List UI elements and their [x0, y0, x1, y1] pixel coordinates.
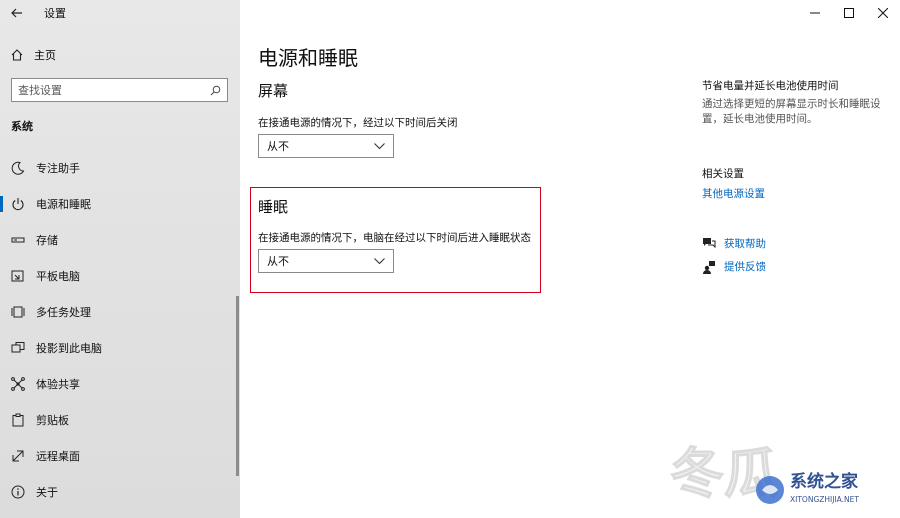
sleep-heading: 睡眠: [258, 198, 289, 216]
back-arrow-icon: [11, 8, 22, 18]
home-nav[interactable]: 主页: [10, 44, 230, 66]
feedback-icon: [703, 260, 715, 274]
sidebar-item-shared-experiences[interactable]: 体验共享: [0, 366, 236, 402]
feedback-label: 提供反馈: [724, 261, 766, 273]
sidebar-item-tablet[interactable]: 平板电脑: [0, 258, 236, 294]
maximize-button[interactable]: [832, 0, 866, 26]
get-help-link[interactable]: 获取帮助: [702, 236, 766, 251]
titlebar: 设置: [0, 0, 240, 26]
window-controls: [798, 0, 900, 26]
project-icon: [10, 340, 26, 356]
page-title: 电源和睡眠: [258, 46, 358, 70]
help-chat-icon: [703, 238, 716, 249]
sidebar-item-clipboard[interactable]: 剪贴板: [0, 402, 236, 438]
storage-icon: [10, 232, 26, 248]
watermark-logo: 冬瓜 系统之家 XITONGZHIJIA.NET: [670, 441, 859, 505]
section-label: 系统: [11, 120, 33, 133]
sidebar-item-about[interactable]: 关于: [0, 474, 236, 510]
sidebar-item-label: 专注助手: [36, 162, 80, 175]
clipboard-icon: [10, 412, 26, 428]
watermark-url: XITONGZHIJIA.NET: [790, 495, 859, 504]
minimize-button[interactable]: [798, 0, 832, 26]
sidebar-item-project[interactable]: 投影到此电脑: [0, 330, 236, 366]
feedback-link[interactable]: 提供反馈: [702, 259, 766, 274]
home-icon: [11, 49, 23, 61]
search-box[interactable]: [11, 78, 228, 102]
tip-title: 节省电量并延长电池使用时间: [702, 80, 839, 92]
back-button[interactable]: [0, 0, 34, 26]
search-input[interactable]: [18, 83, 198, 97]
sidebar-item-label: 多任务处理: [36, 306, 91, 319]
sidebar-item-label: 剪贴板: [36, 414, 69, 427]
other-power-settings-link[interactable]: 其他电源设置: [702, 186, 765, 201]
chevron-down-icon: [374, 142, 385, 149]
sidebar-item-label: 平板电脑: [36, 270, 80, 283]
sleep-timeout-value: 从不: [267, 255, 289, 268]
sidebar-scrollbar[interactable]: [236, 296, 239, 476]
maximize-icon: [844, 8, 854, 18]
sidebar-nav: 专注助手 电源和睡眠 存储 平板电脑 多任务处理 投影到此电脑 体验共享 剪贴板…: [0, 150, 236, 510]
sidebar-item-storage[interactable]: 存储: [0, 222, 236, 258]
remote-desktop-icon: [10, 448, 26, 464]
app-title: 设置: [44, 7, 66, 20]
sleep-timeout-select[interactable]: 从不: [258, 249, 394, 273]
watermark-text: 系统之家: [790, 471, 858, 492]
multitask-icon: [10, 304, 26, 320]
info-icon: [10, 484, 26, 500]
search-icon[interactable]: [210, 85, 221, 96]
sidebar-item-label: 存储: [36, 234, 58, 247]
close-icon: [878, 8, 888, 18]
related-settings-title: 相关设置: [702, 168, 744, 180]
sidebar-item-focus-assist[interactable]: 专注助手: [0, 150, 236, 186]
get-help-label: 获取帮助: [724, 238, 766, 250]
moon-icon: [10, 160, 26, 176]
minimize-icon: [810, 12, 820, 14]
screen-timeout-value: 从不: [267, 140, 289, 153]
sidebar-item-label: 关于: [36, 486, 58, 499]
screen-description: 在接通电源的情况下，经过以下时间后关闭: [258, 117, 458, 129]
sidebar-item-label: 远程桌面: [36, 450, 80, 463]
screen-heading: 屏幕: [258, 82, 289, 100]
share-icon: [10, 376, 26, 392]
close-button[interactable]: [866, 0, 900, 26]
power-icon: [10, 196, 26, 212]
home-label: 主页: [34, 49, 56, 62]
tip-description: 通过选择更短的屏幕显示时长和睡眠设置，延长电池使用时间。: [702, 98, 881, 125]
sleep-description: 在接通电源的情况下，电脑在经过以下时间后进入睡眠状态: [258, 232, 531, 244]
sidebar-item-power-sleep[interactable]: 电源和睡眠: [0, 186, 236, 222]
sidebar-item-multitasking[interactable]: 多任务处理: [0, 294, 236, 330]
sidebar-item-remote-desktop[interactable]: 远程桌面: [0, 438, 236, 474]
sidebar-item-label: 投影到此电脑: [36, 342, 102, 355]
sidebar-item-label: 体验共享: [36, 378, 80, 391]
sidebar-item-label: 电源和睡眠: [36, 198, 91, 211]
chevron-down-icon: [374, 257, 385, 264]
screen-timeout-select[interactable]: 从不: [258, 134, 394, 158]
tablet-icon: [10, 268, 26, 284]
sidebar: 设置 主页 系统 专注助手 电源和睡眠 存储 平板电脑 多任务处理: [0, 0, 240, 518]
